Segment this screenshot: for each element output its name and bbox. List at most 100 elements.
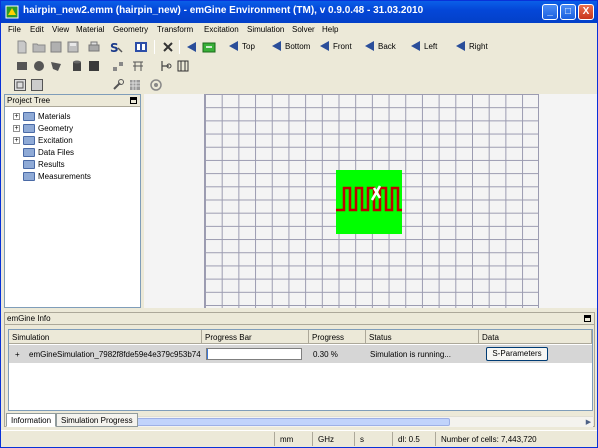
table-row[interactable]: + emGineSimulation_7982f8fde59e4e379c953… — [9, 345, 592, 363]
view-front-label: Front — [333, 41, 352, 51]
print-icon[interactable] — [87, 40, 101, 54]
arrow-left-icon — [320, 41, 329, 51]
view-bottom-label: Bottom — [285, 41, 311, 51]
column-header-data[interactable]: Data — [479, 330, 592, 344]
arrow-left-icon — [365, 41, 374, 51]
column-header-status[interactable]: Status — [366, 330, 479, 344]
steps-icon[interactable] — [111, 59, 125, 73]
folder-icon — [23, 172, 35, 181]
menu-view[interactable]: View — [52, 25, 69, 34]
arrow-left-icon — [411, 41, 420, 51]
menu-edit[interactable]: Edit — [30, 25, 44, 34]
settings-s-icon[interactable]: S — [109, 40, 123, 54]
expand-icon[interactable]: + — [15, 350, 27, 359]
model-canvas[interactable] — [144, 94, 597, 308]
tab-simulation-progress[interactable]: Simulation Progress — [56, 413, 138, 427]
time-unit: s — [354, 432, 392, 446]
menu-excitation[interactable]: Excitation — [204, 25, 239, 34]
mesh-step: dl: 0.5 — [392, 432, 435, 446]
view-left-button[interactable]: Left — [411, 41, 437, 51]
expand-icon[interactable]: + — [13, 137, 20, 144]
simulation-name: emGineSimulation_7982f8fde59e4e379c953b7… — [29, 350, 201, 359]
project-tree-panel: Project Tree + Materials + Geometry + Ex… — [4, 94, 141, 308]
app-icon — [5, 5, 19, 19]
s-parameters-button[interactable]: S-Parameters — [486, 347, 548, 361]
info-panel-header: emGine Info — [5, 313, 594, 325]
column-header-simulation[interactable]: Simulation — [9, 330, 202, 344]
maximize-button[interactable]: □ — [560, 4, 576, 20]
library-icon[interactable] — [134, 40, 148, 54]
tree-item-excitation[interactable]: + Excitation — [13, 135, 73, 146]
target-icon[interactable] — [149, 78, 163, 92]
info-panel: emGine Info Simulation Progress Bar Prog… — [4, 312, 595, 427]
tree-item-data-files[interactable]: Data Files — [13, 147, 74, 158]
mesh-icon[interactable] — [131, 59, 145, 73]
tree-item-label: Data Files — [38, 148, 75, 157]
view-front-button[interactable]: Front — [320, 41, 352, 51]
refresh-icon[interactable] — [202, 40, 216, 54]
view-back-button[interactable]: Back — [365, 41, 396, 51]
cylinder-icon[interactable] — [70, 59, 84, 73]
hairpin-trace — [336, 185, 402, 212]
panel-minimize-button[interactable] — [130, 97, 137, 104]
panel-minimize-button[interactable] — [584, 315, 591, 322]
menu-material[interactable]: Material — [76, 25, 104, 34]
menu-transform[interactable]: Transform — [157, 25, 193, 34]
menu-simulation[interactable]: Simulation — [247, 25, 284, 34]
box-icon[interactable] — [15, 59, 29, 73]
expand-icon[interactable]: + — [13, 125, 20, 132]
tree-item-measurements[interactable]: Measurements — [13, 171, 91, 182]
scroll-right-icon[interactable]: ▶ — [584, 418, 593, 427]
minimize-button[interactable]: _ — [542, 4, 558, 20]
frame-icon[interactable] — [13, 78, 27, 92]
arrow-left-icon — [229, 41, 238, 51]
port-icon[interactable] — [176, 59, 190, 73]
folder-icon — [23, 136, 35, 145]
wrench-icon[interactable] — [111, 78, 125, 92]
hairpin-filter-model[interactable] — [336, 170, 402, 234]
info-panel-title: emGine Info — [7, 314, 51, 323]
sphere-icon[interactable] — [32, 59, 46, 73]
save-icon[interactable] — [49, 40, 63, 54]
arrow-back-icon[interactable] — [185, 40, 199, 54]
menu-help[interactable]: Help — [322, 25, 338, 34]
arrow-left-icon — [272, 41, 281, 51]
view-right-label: Right — [469, 41, 488, 51]
open-folder-icon[interactable] — [32, 40, 46, 54]
column-header-progress[interactable]: Progress — [309, 330, 366, 344]
tree-item-label: Results — [38, 160, 65, 169]
info-tabs: Information Simulation Progress — [6, 413, 138, 427]
menu-bar: File Edit View Material Geometry Transfo… — [1, 23, 597, 37]
status-text: Simulation is running... — [370, 350, 451, 359]
tree-item-geometry[interactable]: + Geometry — [13, 123, 73, 134]
view-bottom-button[interactable]: Bottom — [272, 41, 310, 51]
toolbar-separator — [154, 40, 155, 54]
save-as-icon[interactable] — [66, 40, 80, 54]
tree-item-results[interactable]: Results — [13, 159, 65, 170]
column-header-progress-bar[interactable]: Progress Bar — [202, 330, 309, 344]
expand-icon[interactable]: + — [13, 113, 20, 120]
tab-information[interactable]: Information — [6, 413, 57, 427]
delete-icon[interactable] — [161, 40, 175, 54]
progress-value: 0.30 % — [313, 350, 338, 359]
view-top-button[interactable]: Top — [229, 41, 255, 51]
menu-file[interactable]: File — [8, 25, 21, 34]
solid-icon[interactable] — [87, 59, 101, 73]
grid-icon[interactable] — [128, 78, 142, 92]
menu-geometry[interactable]: Geometry — [113, 25, 148, 34]
tree-item-label: Materials — [38, 112, 71, 121]
tree-item-label: Geometry — [38, 124, 74, 133]
folder-icon — [23, 112, 35, 121]
close-button[interactable]: X — [578, 4, 594, 20]
app-window: hairpin_new2.emm (hairpin_new) - emGine … — [0, 0, 598, 448]
tree-item-materials[interactable]: + Materials — [13, 111, 70, 122]
new-file-icon[interactable] — [15, 40, 29, 54]
cell-count: Number of cells: 7,443,720 — [435, 432, 595, 446]
polygon-icon[interactable] — [49, 59, 63, 73]
view-left-label: Left — [424, 41, 438, 51]
menu-solver[interactable]: Solver — [292, 25, 315, 34]
view-right-button[interactable]: Right — [456, 41, 488, 51]
window-icon[interactable] — [30, 78, 44, 92]
length-unit: mm — [274, 432, 312, 446]
probe-icon[interactable] — [158, 59, 172, 73]
